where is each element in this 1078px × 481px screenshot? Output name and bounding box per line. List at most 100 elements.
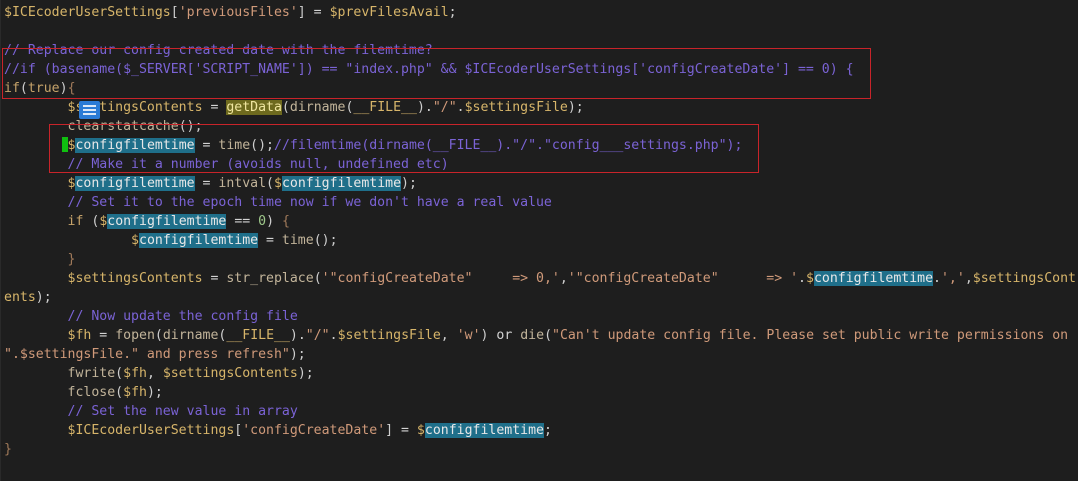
code-token: . bbox=[798, 271, 806, 286]
code-line[interactable]: //if (basename($_SERVER['SCRIPT_NAME']) … bbox=[4, 60, 854, 79]
selected-word-highlight: configfilemtime bbox=[424, 423, 544, 438]
code-token: clearstatcache bbox=[67, 119, 179, 134]
code-token: = bbox=[258, 233, 282, 248]
code-line[interactable]: $ICEcoderUserSettings['configCreateDate'… bbox=[4, 421, 552, 440]
code-token: $prevFilesAvail bbox=[329, 5, 449, 20]
code-token: ( bbox=[115, 385, 124, 400]
code-line[interactable]: // Now update the config file bbox=[4, 307, 298, 326]
code-token: ); bbox=[35, 290, 52, 305]
code-line[interactable]: $ICEcoderUserSettings['previousFiles'] =… bbox=[4, 3, 457, 22]
code-line[interactable]: ents); bbox=[4, 288, 52, 307]
selected-word-highlight: configfilemtime bbox=[107, 214, 227, 229]
code-line[interactable]: $configfilemtime = time();//filemtime(di… bbox=[4, 136, 742, 155]
code-line[interactable]: $fh = fopen(dirname(__FILE__)."/".$setti… bbox=[4, 326, 1069, 345]
code-token: (); bbox=[313, 233, 338, 248]
code-token: = bbox=[91, 328, 116, 343]
code-line[interactable]: // Make it a number (avoids null, undefi… bbox=[4, 155, 449, 174]
code-token: ); bbox=[297, 366, 314, 381]
code-line[interactable]: if(true){ bbox=[4, 79, 76, 98]
code-token: ); bbox=[401, 176, 417, 191]
code-line[interactable]: $configfilemtime = time(); bbox=[4, 231, 338, 250]
code-line[interactable]: // Set it to the epoch time now if we do… bbox=[4, 193, 552, 212]
code-token: __FILE__ bbox=[226, 328, 290, 343]
code-token: ; bbox=[448, 5, 457, 20]
code-token: '"configCreateDate" => 0,' bbox=[321, 271, 560, 286]
code-token: fclose bbox=[67, 385, 116, 400]
code-token: // Now update the config file bbox=[67, 309, 298, 324]
code-token: $configfilemtime bbox=[805, 271, 934, 286]
code-token: "/" bbox=[305, 328, 330, 343]
code-editor[interactable]: $ICEcoderUserSettings['previousFiles'] =… bbox=[0, 0, 1078, 481]
code-token: , bbox=[146, 366, 163, 381]
code-line[interactable]: ".$settingsFile." and press refresh"); bbox=[4, 345, 306, 364]
code-token: = bbox=[202, 100, 227, 115]
code-token: , bbox=[559, 271, 568, 286]
code-token: ). bbox=[289, 328, 306, 343]
code-token: ( bbox=[281, 100, 290, 115]
code-line[interactable]: fclose($fh); bbox=[4, 383, 163, 402]
code-token: $settingsContents bbox=[162, 366, 298, 381]
code-token: dirname bbox=[162, 328, 219, 343]
code-line[interactable]: clearstatcache(); bbox=[4, 117, 203, 136]
code-token: //if (basename($_SERVER['SCRIPT_NAME']) … bbox=[4, 62, 854, 77]
code-token: fwrite bbox=[67, 366, 116, 381]
code-token: // Replace our config created date with … bbox=[4, 43, 433, 58]
code-token: dirname bbox=[289, 100, 346, 115]
code-token: ',' bbox=[940, 271, 965, 286]
code-token: ( bbox=[19, 81, 28, 96]
code-token: $settingsFile bbox=[337, 328, 441, 343]
code-line[interactable]: // Replace our config created date with … bbox=[4, 41, 433, 60]
code-token: $settingsFile bbox=[464, 100, 568, 115]
code-token: ( bbox=[154, 328, 163, 343]
code-token: str_replace bbox=[226, 271, 314, 286]
code-token: 'previousFiles' bbox=[178, 5, 298, 20]
code-token: ; bbox=[543, 423, 552, 438]
code-token: getData bbox=[226, 100, 282, 115]
code-token: , bbox=[964, 271, 973, 286]
code-token: $fh bbox=[123, 385, 147, 400]
code-line[interactable]: } bbox=[4, 440, 12, 459]
code-token: if bbox=[67, 214, 84, 229]
selected-word-highlight: configfilemtime bbox=[75, 138, 195, 153]
code-token: "/" bbox=[432, 100, 457, 115]
code-token: ents bbox=[4, 290, 36, 305]
code-token: $configfilemtime bbox=[131, 233, 259, 248]
code-token: } bbox=[67, 252, 76, 267]
code-token: "Can't update config file. Please set pu… bbox=[552, 328, 1069, 343]
code-token: die bbox=[520, 328, 545, 343]
code-token: time bbox=[218, 138, 251, 153]
selected-word-highlight: configfilemtime bbox=[75, 176, 195, 191]
code-line[interactable]: $settingsContents = str_replace('"config… bbox=[4, 269, 1076, 288]
code-token: // Make it a number (avoids null, undefi… bbox=[67, 157, 449, 172]
code-token: $ICEcoderUserSettings bbox=[4, 5, 171, 20]
code-token: ) bbox=[266, 214, 275, 229]
code-token: ). bbox=[416, 100, 433, 115]
quick-action-icon[interactable] bbox=[79, 101, 100, 119]
code-token: $configfilemtime bbox=[67, 176, 195, 191]
code-token: ); bbox=[289, 347, 306, 362]
code-token: if bbox=[4, 81, 20, 96]
code-token: 'w' bbox=[456, 328, 481, 343]
editor-gutter bbox=[0, 0, 1, 481]
code-line[interactable]: if ($configfilemtime == 0) { bbox=[4, 212, 290, 231]
code-token: = bbox=[393, 423, 417, 438]
code-line[interactable]: } bbox=[4, 250, 76, 269]
code-token: fopen bbox=[115, 328, 155, 343]
code-token: ( bbox=[313, 271, 322, 286]
selected-word-highlight: configfilemtime bbox=[813, 271, 934, 286]
code-token: = bbox=[194, 176, 219, 191]
code-line[interactable]: fwrite($fh, $settingsContents); bbox=[4, 364, 314, 383]
code-token: time bbox=[281, 233, 314, 248]
selected-word-highlight: configfilemtime bbox=[281, 176, 402, 191]
code-token: '"configCreateDate" => ' bbox=[567, 271, 799, 286]
code-line[interactable]: // Set the new value in array bbox=[4, 402, 298, 421]
code-line[interactable]: $configfilemtime = intval($configfilemti… bbox=[4, 174, 417, 193]
